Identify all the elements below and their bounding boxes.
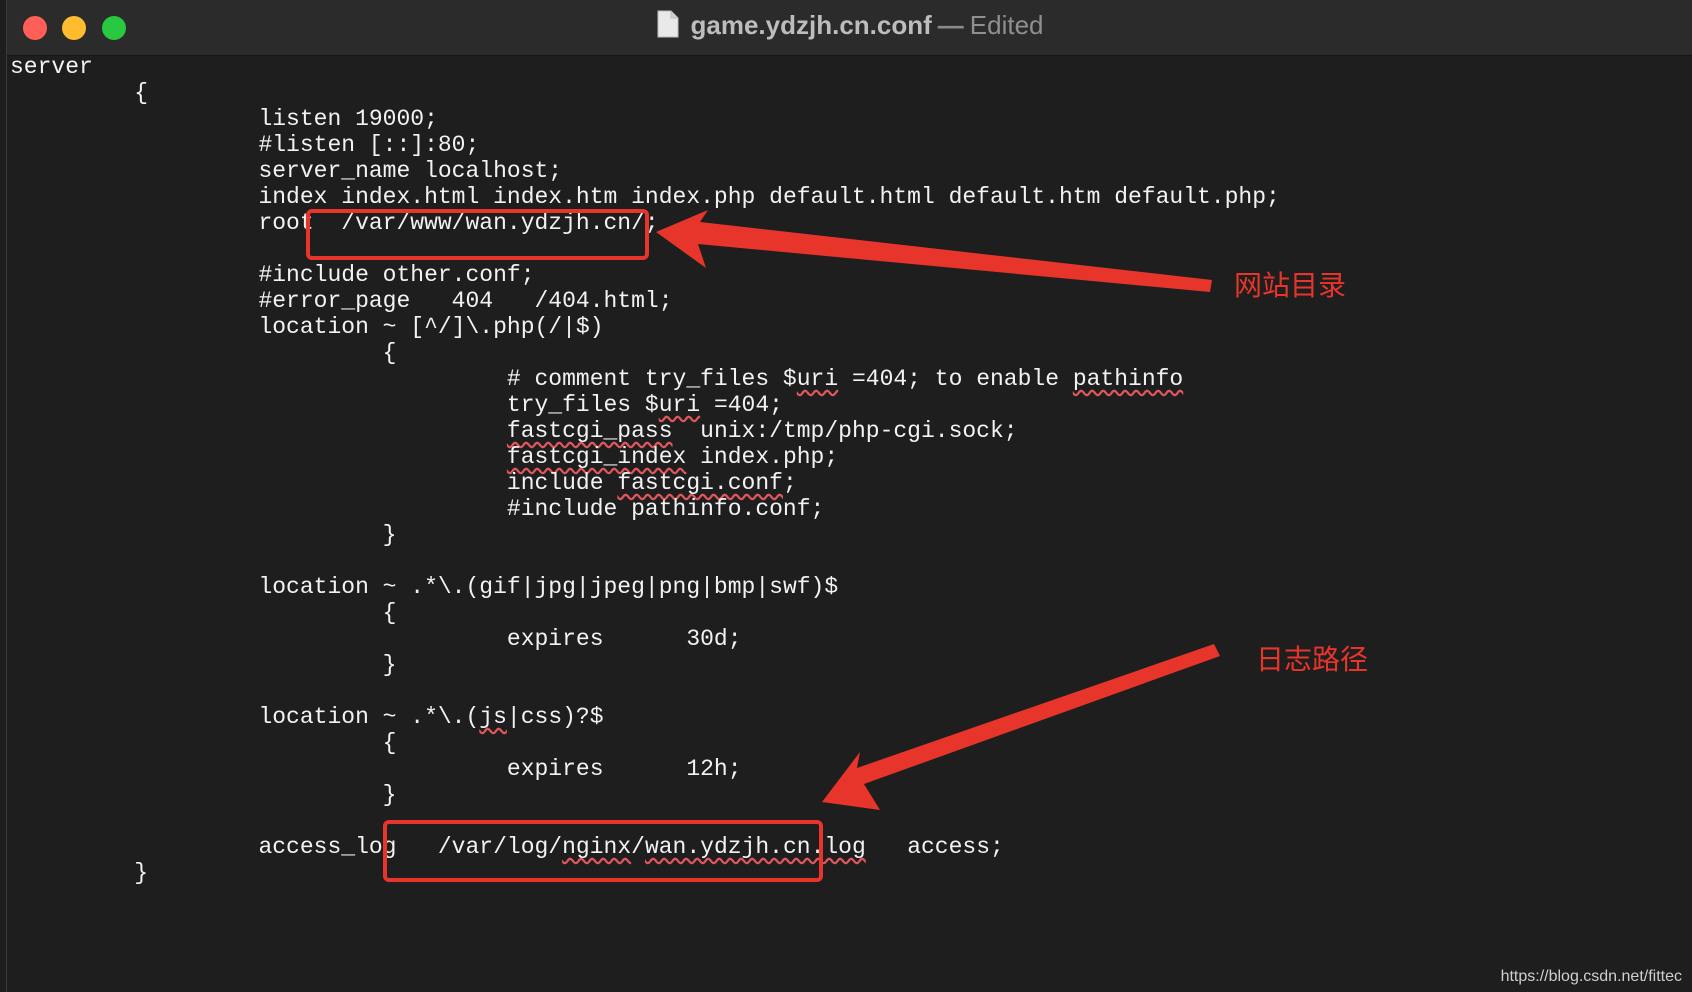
arrow-to-log-path [822, 644, 1220, 810]
root-annotation-label: 网站目录 [1234, 269, 1347, 302]
watermark: https://blog.csdn.net/fittec [1500, 968, 1682, 985]
arrow-to-root-path [656, 210, 1212, 292]
annotation-arrows [656, 210, 1220, 810]
log-annotation-label: 日志路径 [1256, 643, 1369, 676]
